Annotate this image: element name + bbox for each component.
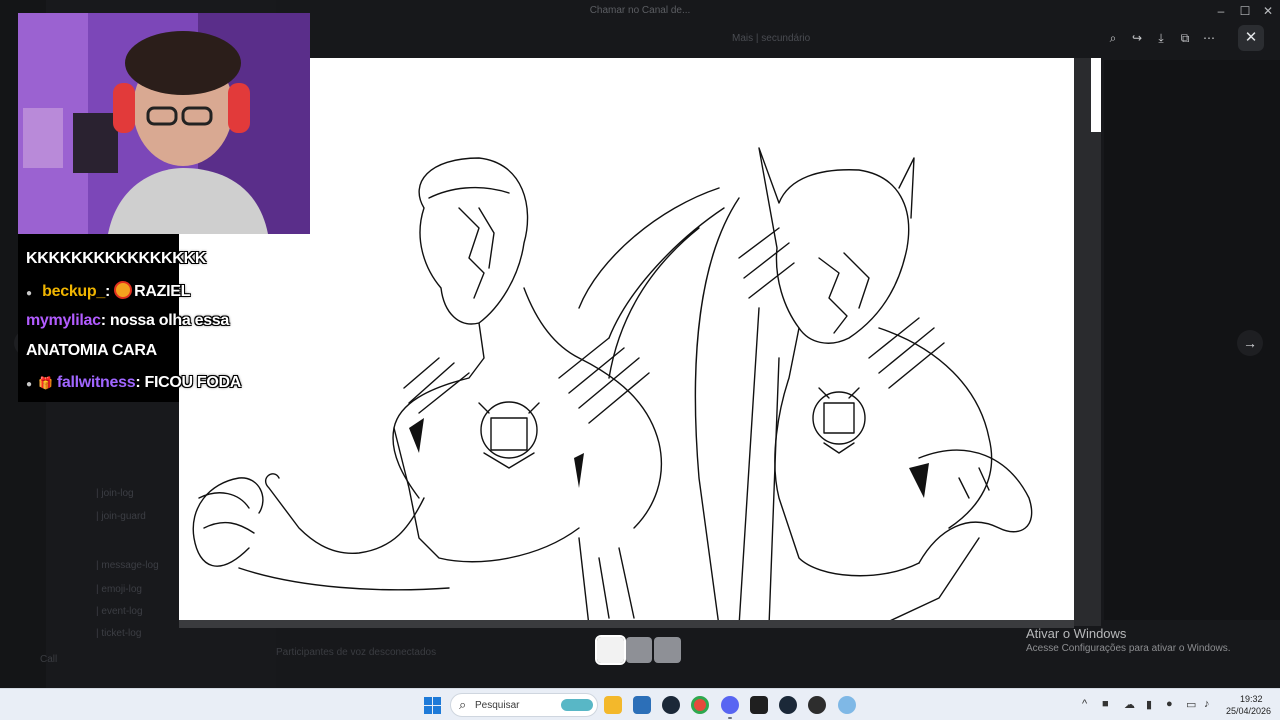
network-icon[interactable]: ▭ (1186, 698, 1196, 711)
clock-time[interactable]: 19:32 (1240, 694, 1263, 704)
thumbnail-1[interactable] (595, 635, 626, 665)
chat-username: fallwitness (56, 374, 136, 391)
chat-message-text: ANATOMIA CARA (26, 342, 157, 359)
zoom-icon[interactable]: ⌕ (1104, 29, 1122, 47)
chat-separator: : (100, 312, 106, 329)
badge-icon: ● (26, 379, 32, 390)
channel-item[interactable]: | join-guard (96, 511, 146, 522)
chat-message: ● beckup_: RAZIEL (26, 281, 190, 301)
chat-username: beckup_ (42, 283, 105, 300)
search-highlight-icon (561, 699, 593, 711)
canvas-scrollbar[interactable] (1074, 58, 1101, 626)
voice-hint: Participantes de voz desconectados (276, 647, 437, 658)
viewer-toolbar: ⌕ ↪ ⤓ ⧉ ⋯ (1104, 26, 1228, 50)
chat-separator: : (104, 283, 111, 300)
download-icon[interactable]: ⤓ (1152, 29, 1170, 47)
cloud-icon[interactable]: ☁ (1124, 698, 1135, 711)
webcam-image (18, 13, 310, 234)
thumbnail-2[interactable] (625, 637, 653, 663)
chat-message-text: RAZIEL (134, 283, 191, 300)
volume-icon[interactable]: ♪ (1204, 698, 1210, 710)
terminal-icon[interactable] (750, 696, 768, 714)
activation-watermark-subtitle: Acesse Configurações para ativar o Windo… (1026, 643, 1231, 654)
store-icon[interactable] (633, 696, 651, 714)
tray-app-icon[interactable]: ■ (1102, 698, 1109, 710)
gift-icon: 🎁 (38, 376, 53, 390)
thumbnail-3[interactable] (654, 637, 682, 663)
taskbar-search[interactable]: ⌕ Pesquisar (450, 693, 598, 717)
minimize-icon[interactable]: – (1212, 3, 1230, 19)
chat-message-text: KKKKKKKKKKKKKKKK (26, 250, 207, 267)
panel-strip (1091, 58, 1101, 132)
sketch-image (179, 58, 1101, 626)
microphone-icon[interactable]: ● (1166, 698, 1173, 710)
clock-date[interactable]: 25/04/2026 (1226, 706, 1271, 716)
chevron-up-icon[interactable]: ^ (1082, 698, 1087, 710)
chat-message: ANATOMIA CARA (26, 342, 157, 360)
chat-message-text: nossa olha essa (109, 312, 229, 329)
steam-icon[interactable] (662, 696, 680, 714)
open-external-icon[interactable]: ⧉ (1176, 29, 1194, 47)
channel-item[interactable]: | ticket-log (96, 628, 141, 639)
activation-watermark-title: Ativar o Windows (1026, 626, 1127, 641)
windows-start-icon[interactable] (424, 697, 441, 714)
canvas-status-bar (179, 620, 1074, 628)
chat-message: KKKKKKKKKKKKKKKK (26, 250, 206, 268)
obs-icon[interactable] (808, 696, 826, 714)
maximize-icon[interactable]: ☐ (1236, 3, 1254, 19)
channel-item[interactable]: | emoji-log (96, 584, 142, 595)
file-explorer-icon[interactable] (604, 696, 622, 714)
chat-username: mymylilac (26, 312, 101, 329)
thumbnail-strip (595, 635, 682, 665)
channel-item[interactable]: | event-log (96, 606, 143, 617)
app-icon[interactable] (838, 696, 856, 714)
sketch-drawing (192, 147, 1033, 626)
chat-message: ● 🎁 fallwitness: FICOU FODA (26, 374, 241, 392)
share-icon[interactable]: ↪ (1128, 29, 1146, 47)
taskbar: ⌕ Pesquisar ^ ■ ☁ ▮ ● ▭ ♪ 19:32 25/04/20… (0, 688, 1280, 720)
close-icon[interactable]: ✕ (1238, 25, 1264, 51)
more-icon[interactable]: ⋯ (1200, 29, 1218, 47)
header-text: Mais | secundário (732, 33, 811, 44)
channel-item[interactable]: | join-log (96, 488, 134, 499)
channel-item[interactable]: | message-log (96, 560, 159, 571)
battery-icon[interactable]: ▮ (1146, 698, 1152, 711)
next-image-icon[interactable]: → (1237, 330, 1263, 356)
screen: Mais | secundário | join-log | join-guar… (0, 0, 1280, 720)
user-panel-label: Call (40, 654, 58, 665)
chat-message-text: FICOU FODA (144, 374, 242, 391)
webcam-feed (18, 13, 310, 234)
window-close-icon[interactable]: ✕ (1259, 3, 1277, 19)
badge-icon: ● (26, 288, 32, 299)
discord-icon[interactable] (721, 696, 739, 719)
chat-separator: : (135, 374, 141, 391)
steam-alt-icon[interactable] (779, 696, 797, 714)
chrome-icon[interactable] (691, 696, 709, 714)
chat-message: mymylilac: nossa olha essa (26, 312, 229, 330)
search-placeholder: Pesquisar (475, 700, 520, 711)
search-icon: ⌕ (459, 697, 467, 712)
emote-icon (114, 281, 133, 299)
